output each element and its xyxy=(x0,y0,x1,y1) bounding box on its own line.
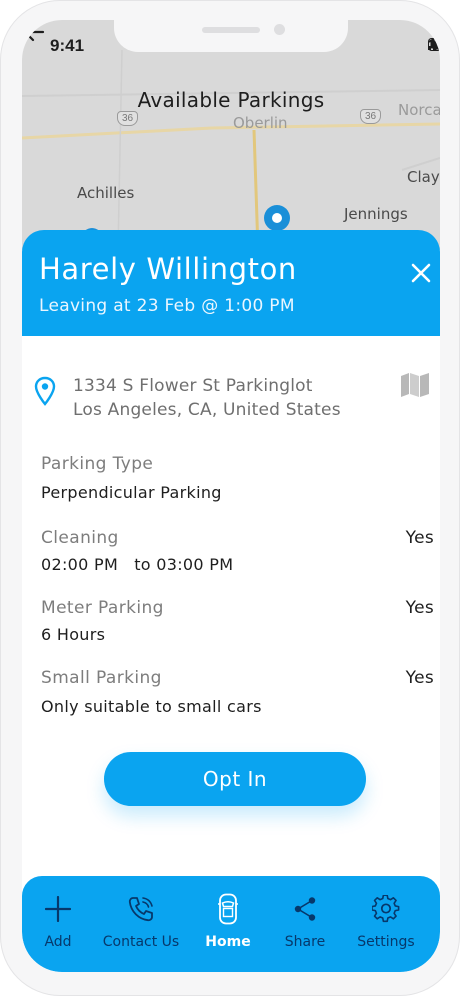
tab-add[interactable]: Add xyxy=(36,876,80,972)
cleaning-flag: Yes xyxy=(405,528,434,548)
small-parking-flag: Yes xyxy=(405,668,434,688)
address-line-1: 1334 S Flower St Parkinglot xyxy=(73,376,313,396)
battery-icon xyxy=(428,38,440,51)
owner-name: Harely Willington xyxy=(39,252,297,286)
tab-label: Share xyxy=(284,934,326,950)
screen: 9:41 Available Parkings 36 36 Oberlin No… xyxy=(22,20,440,972)
small-parking-label: Small Parking xyxy=(41,668,162,688)
tab-home[interactable]: Home xyxy=(204,876,252,972)
opt-in-button[interactable]: Opt In xyxy=(104,752,366,806)
phone-icon xyxy=(128,897,153,922)
parking-card-header: Harely Willington Leaving at 23 Feb @ 1:… xyxy=(22,230,440,336)
map-label: Oberlin xyxy=(233,114,288,132)
map-label: Jennings xyxy=(344,205,408,223)
phone-frame: 9:41 Available Parkings 36 36 Oberlin No… xyxy=(0,0,460,996)
car-icon xyxy=(218,893,238,925)
bottom-tab-bar: Add Contact Us Home Share Settings xyxy=(22,876,440,972)
cleaning-label: Cleaning xyxy=(41,528,119,548)
tab-contact-us[interactable]: Contact Us xyxy=(98,876,184,972)
tab-label: Home xyxy=(205,934,251,950)
share-icon xyxy=(294,897,316,921)
parking-type-label: Parking Type xyxy=(41,454,154,474)
device-notch xyxy=(114,20,348,52)
location-pin-icon xyxy=(34,376,56,406)
close-icon[interactable] xyxy=(410,262,432,284)
gear-icon xyxy=(372,895,400,923)
cleaning-value: 02:00 PM to 03:00 PM xyxy=(41,555,234,574)
map-label: Achilles xyxy=(77,184,135,202)
leaving-time: Leaving at 23 Feb @ 1:00 PM xyxy=(39,296,295,316)
parking-type-value: Perpendicular Parking xyxy=(41,483,222,502)
status-time: 9:41 xyxy=(50,36,85,55)
tab-label: Settings xyxy=(357,934,415,950)
map-icon[interactable] xyxy=(400,372,430,398)
tab-settings[interactable]: Settings xyxy=(354,876,418,972)
meter-parking-label: Meter Parking xyxy=(41,598,164,618)
tab-label: Add xyxy=(44,934,72,950)
address-line-2: Los Angeles, CA, United States xyxy=(73,400,341,420)
address: 1334 S Flower St Parkinglot Los Angeles,… xyxy=(73,374,341,422)
back-arrow-icon[interactable] xyxy=(22,20,46,44)
route-shield: 36 xyxy=(360,109,382,124)
tab-label: Contact Us xyxy=(102,934,180,950)
tab-share[interactable]: Share xyxy=(280,876,330,972)
plus-icon xyxy=(45,896,71,922)
small-parking-value: Only suitable to small cars xyxy=(41,697,262,716)
map-label: Clay xyxy=(407,168,440,186)
map-view[interactable]: 9:41 Available Parkings 36 36 Oberlin No… xyxy=(22,20,440,250)
meter-parking-value: 6 Hours xyxy=(41,625,106,644)
meter-parking-flag: Yes xyxy=(405,598,434,618)
map-label: Norca xyxy=(398,101,440,119)
route-shield: 36 xyxy=(117,111,139,126)
